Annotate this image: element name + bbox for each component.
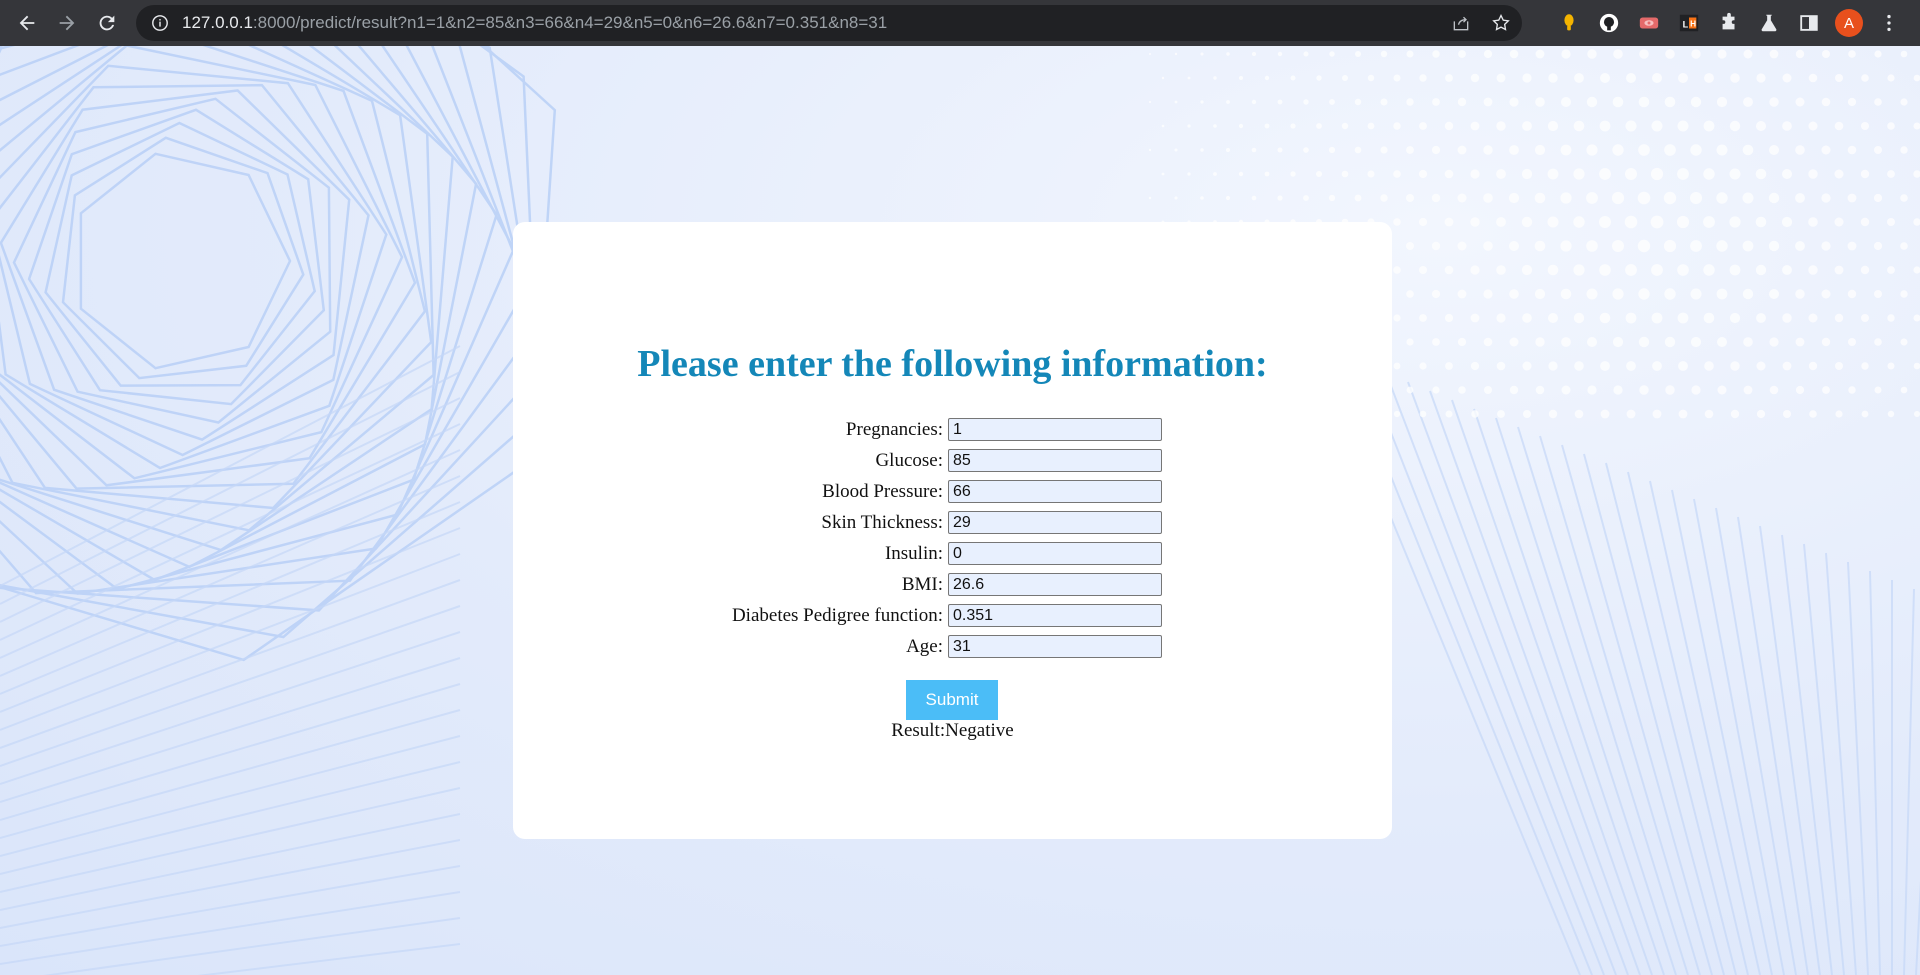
form-row: Blood Pressure:: [513, 476, 1392, 507]
flask-icon[interactable]: [1755, 9, 1783, 37]
url-text[interactable]: 127.0.0.1:8000/predict/result?n1=1&n2=85…: [182, 13, 887, 33]
share-icon[interactable]: [1448, 10, 1474, 36]
address-bar[interactable]: 127.0.0.1:8000/predict/result?n1=1&n2=85…: [136, 5, 1522, 41]
field-input[interactable]: [948, 604, 1162, 627]
star-icon[interactable]: [1488, 10, 1514, 36]
field-label: Diabetes Pedigree function:: [731, 604, 943, 626]
page-title: Please enter the following information:: [637, 343, 1268, 385]
form-row: Diabetes Pedigree function:: [513, 600, 1392, 631]
url-host: 127.0.0.1: [182, 13, 253, 32]
field-label: Pregnancies:: [845, 418, 943, 440]
field-input[interactable]: [948, 418, 1162, 441]
submit-button[interactable]: Submit: [906, 680, 998, 720]
prediction-form: Pregnancies: Glucose: Blood Pressure: Skin …: [513, 414, 1392, 662]
field-input[interactable]: [948, 573, 1162, 596]
form-row: Insulin:: [513, 538, 1392, 569]
field-label: Glucose:: [875, 449, 943, 471]
github-extension-icon[interactable]: [1595, 9, 1623, 37]
form-row: Age:: [513, 631, 1392, 662]
field-input[interactable]: [948, 635, 1162, 658]
field-label: Age:: [906, 635, 943, 657]
lightbulb-extension-icon[interactable]: [1555, 9, 1583, 37]
form-row: Skin Thickness:: [513, 507, 1392, 538]
browser-toolbar: 127.0.0.1:8000/predict/result?n1=1&n2=85…: [0, 0, 1920, 46]
field-input[interactable]: [948, 511, 1162, 534]
url-path: :8000/predict/result?n1=1&n2=85&n3=66&n4…: [252, 13, 888, 32]
reload-button[interactable]: [87, 0, 127, 46]
page-background: Please enter the following information: …: [0, 46, 1920, 975]
field-input[interactable]: [948, 480, 1162, 503]
sidebar-icon[interactable]: [1795, 9, 1823, 37]
puzzle-icon[interactable]: [1715, 9, 1743, 37]
field-input[interactable]: [948, 542, 1162, 565]
field-input[interactable]: [948, 449, 1162, 472]
form-row: BMI:: [513, 569, 1392, 600]
result-text: Result:Negative: [891, 720, 1014, 741]
form-row: Pregnancies:: [513, 414, 1392, 445]
back-button[interactable]: [7, 0, 47, 46]
forward-icon: [59, 15, 75, 31]
svg-text:H: H: [1690, 20, 1696, 29]
reload-icon: [99, 15, 115, 31]
back-icon: [19, 15, 35, 31]
eye-extension-icon[interactable]: [1635, 9, 1663, 37]
form-card: Please enter the following information: …: [513, 222, 1392, 839]
form-row: Glucose:: [513, 445, 1392, 476]
field-label: Skin Thickness:: [821, 511, 943, 533]
forward-button[interactable]: [47, 0, 87, 46]
more-icon[interactable]: [1875, 9, 1903, 37]
field-label: BMI:: [901, 573, 943, 595]
field-label: Blood Pressure:: [822, 480, 943, 502]
svg-text:L: L: [1683, 20, 1689, 30]
lighthouse-extension-icon[interactable]: LH: [1675, 9, 1703, 37]
profile-avatar[interactable]: A: [1835, 9, 1863, 37]
info-icon[interactable]: [150, 13, 170, 33]
field-label: Insulin:: [884, 542, 943, 564]
